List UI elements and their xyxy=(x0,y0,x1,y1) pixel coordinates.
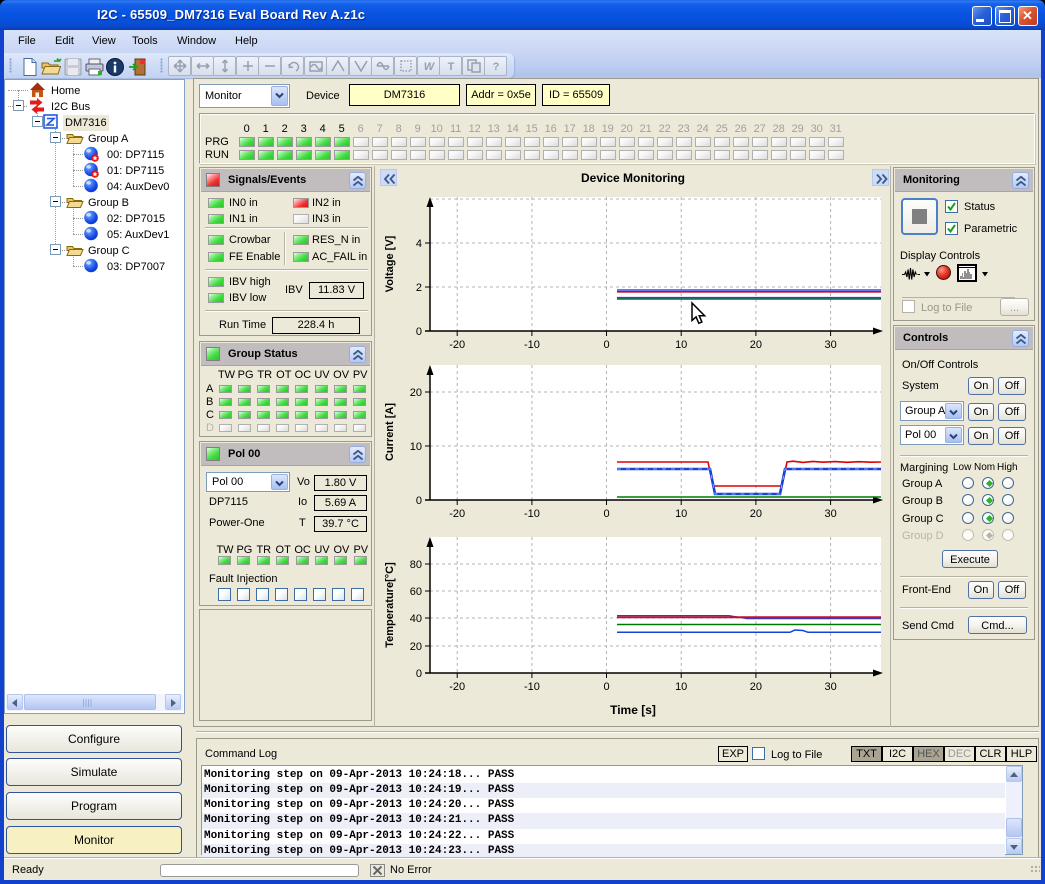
svg-text:0: 0 xyxy=(603,508,609,520)
svg-text:20: 20 xyxy=(410,641,422,653)
svg-text:-10: -10 xyxy=(524,681,540,693)
svg-text:-20: -20 xyxy=(449,681,465,693)
svg-text:4: 4 xyxy=(416,238,422,250)
svg-text:10: 10 xyxy=(410,441,422,453)
svg-text:0: 0 xyxy=(603,339,609,351)
svg-text:60: 60 xyxy=(410,586,422,598)
svg-text:-10: -10 xyxy=(524,339,540,351)
svg-text:Current [A]: Current [A] xyxy=(384,403,396,461)
svg-text:0: 0 xyxy=(416,668,422,680)
svg-text:20: 20 xyxy=(410,387,422,399)
svg-text:Time [s]: Time [s] xyxy=(610,703,656,717)
svg-text:0: 0 xyxy=(416,326,422,338)
svg-text:Voltage [V]: Voltage [V] xyxy=(384,235,396,292)
svg-text:-10: -10 xyxy=(524,508,540,520)
svg-text:0: 0 xyxy=(416,495,422,507)
svg-text:20: 20 xyxy=(750,508,762,520)
svg-text:20: 20 xyxy=(750,681,762,693)
svg-text:30: 30 xyxy=(824,508,836,520)
svg-text:-20: -20 xyxy=(449,508,465,520)
svg-text:2: 2 xyxy=(416,282,422,294)
svg-text:W: W xyxy=(423,61,435,73)
svg-text:30: 30 xyxy=(824,339,836,351)
svg-text:-20: -20 xyxy=(449,339,465,351)
svg-text:10: 10 xyxy=(675,681,687,693)
svg-text:Device Monitoring: Device Monitoring xyxy=(581,171,685,185)
svg-text:80: 80 xyxy=(410,559,422,571)
svg-text:30: 30 xyxy=(824,681,836,693)
svg-text:Temperature[°C]: Temperature[°C] xyxy=(384,562,396,648)
svg-text:40: 40 xyxy=(410,613,422,625)
svg-text:20: 20 xyxy=(750,339,762,351)
svg-text:T: T xyxy=(448,61,455,73)
svg-text:10: 10 xyxy=(675,508,687,520)
svg-text:10: 10 xyxy=(675,339,687,351)
svg-text:?: ? xyxy=(493,61,500,73)
svg-text:0: 0 xyxy=(603,681,609,693)
